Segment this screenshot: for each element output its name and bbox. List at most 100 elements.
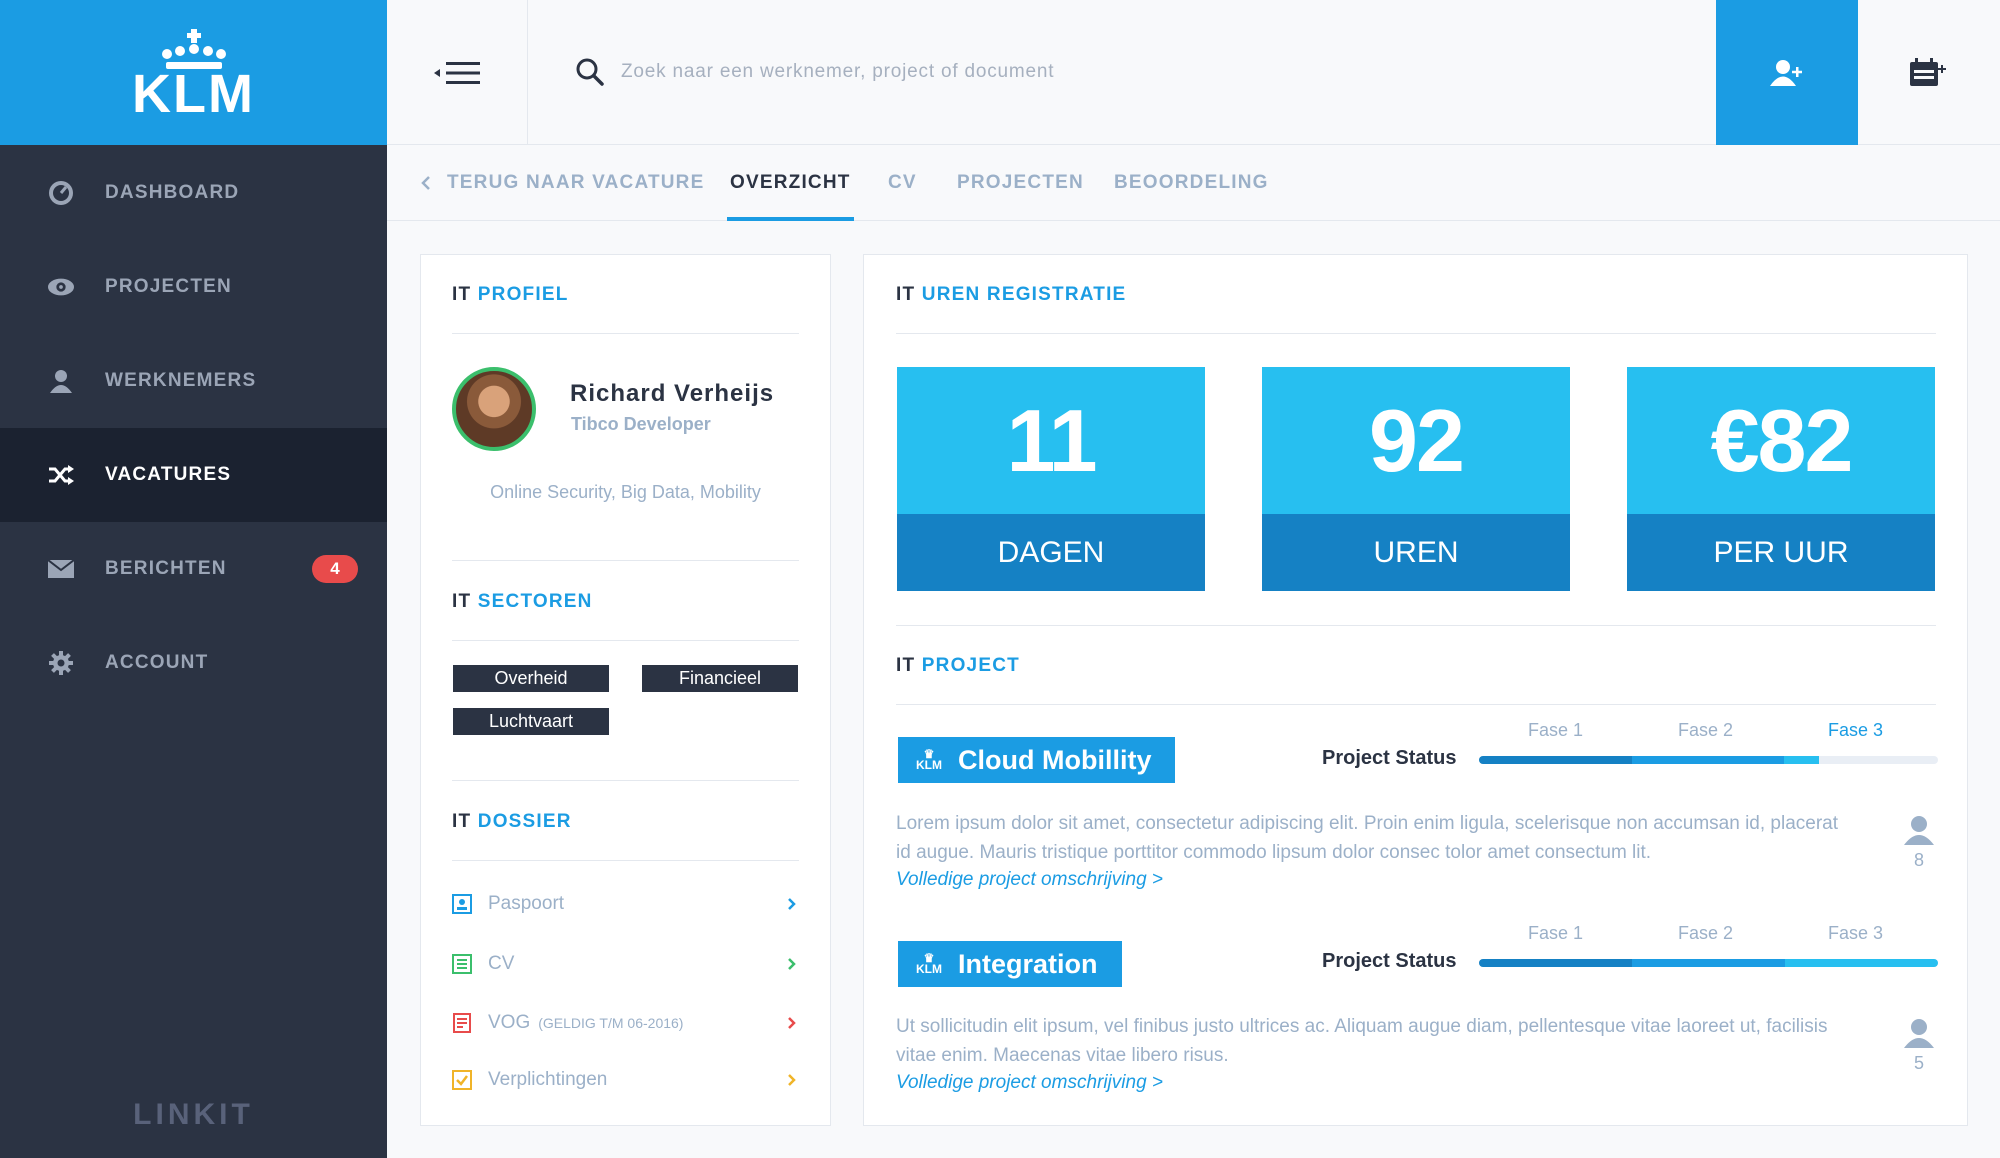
progress-seg-1 — [1479, 959, 1632, 967]
dossier-item-verplichtingen[interactable]: Verplichtingen — [452, 1065, 799, 1095]
certificate-icon — [453, 1013, 471, 1033]
project-status-label: Project Status — [1322, 747, 1457, 769]
tab-beoordeling[interactable]: BEOORDELING — [1114, 145, 1269, 221]
member-count: 5 — [1913, 1053, 1924, 1073]
passport-icon — [452, 894, 472, 914]
tab-label: PROJECTEN — [957, 172, 1084, 193]
sidebar-item-projecten[interactable]: PROJECTEN — [0, 240, 387, 334]
profile-section-title: IT PROFIEL — [452, 284, 569, 306]
phase-label: Fase 1 — [1528, 720, 1584, 740]
person-skills: Online Security, Big Data, Mobility — [490, 482, 761, 502]
linkit-logo: LINKIT — [133, 1098, 254, 1131]
eye-icon — [48, 274, 74, 300]
project-progress-bar — [1479, 756, 1938, 764]
team-members[interactable]: 8 — [1899, 815, 1939, 871]
title-prefix: IT — [896, 284, 916, 305]
title-prefix: IT — [452, 591, 472, 612]
tab-label: TERUG NAAR VACATURE — [447, 172, 705, 193]
stat-rate: €82 PER UUR — [1627, 367, 1935, 591]
hours-section-title: IT UREN REGISTRATIE — [896, 284, 1126, 306]
dossier-label: VOG — [488, 1012, 531, 1033]
phase-label: Fase 3 — [1828, 923, 1884, 943]
chevron-right-icon — [788, 1017, 796, 1029]
user-icon — [1904, 816, 1934, 845]
add-user-button[interactable] — [1716, 0, 1858, 145]
title-highlight: PROFIEL — [477, 284, 569, 305]
add-user-icon — [1770, 59, 1802, 86]
member-count: 8 — [1913, 850, 1924, 870]
sectors-section-title: IT SECTOREN — [452, 591, 593, 613]
dossier-label: CV — [488, 953, 515, 974]
title-highlight: UREN REGISTRATIE — [921, 284, 1127, 305]
sidebar-item-label: WERKNEMERS — [105, 370, 257, 391]
sidebar-item-label: ACCOUNT — [105, 652, 209, 673]
phase-label: Fase 1 — [1528, 923, 1584, 943]
tab-cv[interactable]: CV — [888, 145, 917, 221]
phase-label: Fase 2 — [1678, 720, 1734, 740]
klm-logo[interactable]: KLM — [0, 0, 387, 145]
project-progress-bar — [1479, 959, 1938, 967]
sidebar-item-label: PROJECTEN — [105, 276, 232, 297]
chevron-right-icon — [788, 958, 796, 970]
tab-projecten[interactable]: PROJECTEN — [957, 145, 1084, 221]
tab-label: BEOORDELING — [1114, 172, 1269, 193]
sidebar-item-label: BERICHTEN — [105, 558, 227, 579]
project-details-link[interactable]: Volledige project omschrijving > — [896, 1072, 1163, 1094]
klm-mini-logo: ♛ KLM — [916, 952, 942, 976]
logo-text: KLM — [132, 63, 255, 124]
sidebar-item-account[interactable]: ACCOUNT — [0, 616, 387, 710]
document-icon — [452, 954, 472, 974]
phase-label-active: Fase 3 — [1828, 720, 1884, 740]
mini-logo-text: KLM — [916, 758, 942, 772]
sidebar-item-berichten[interactable]: BERICHTEN 4 — [0, 522, 387, 616]
topbar — [387, 0, 2000, 145]
title-prefix: IT — [452, 284, 472, 305]
title-prefix: IT — [896, 655, 916, 676]
chevron-right-icon — [788, 898, 796, 910]
avatar — [452, 367, 536, 451]
dossier-section-title: IT DOSSIER — [452, 811, 572, 833]
dossier-item-paspoort[interactable]: Paspoort — [452, 889, 799, 919]
search-input[interactable] — [621, 52, 1521, 92]
stat-days: 11 DAGEN — [897, 367, 1205, 591]
tab-bar: TERUG NAAR VACATURE OVERZICHT CV PROJECT… — [387, 145, 2000, 221]
stat-label: DAGEN — [897, 514, 1205, 591]
menu-toggle-button[interactable] — [387, 0, 528, 145]
dossier-item-vog[interactable]: VOG (GELDIG T/M 06-2016) — [452, 1008, 799, 1038]
user-icon — [48, 368, 74, 394]
divider — [452, 560, 799, 561]
chevron-right-icon — [788, 1074, 796, 1086]
stat-value: 11 — [897, 367, 1205, 514]
sidebar-item-werknemers[interactable]: WERKNEMERS — [0, 334, 387, 428]
project-badge[interactable]: ♛ KLM Integration — [898, 941, 1122, 987]
stat-hours: 92 UREN — [1262, 367, 1570, 591]
project-badge[interactable]: ♛ KLM Cloud Mobillity — [898, 737, 1176, 783]
sidebar-item-vacatures[interactable]: VACATURES — [0, 428, 387, 522]
menu-icon — [434, 61, 480, 84]
stat-label: PER UUR — [1627, 514, 1935, 591]
person-name: Richard Verheijs — [570, 380, 775, 407]
dossier-item-cv[interactable]: CV — [452, 949, 799, 979]
gear-icon — [48, 650, 74, 676]
divider — [896, 333, 1936, 334]
stat-label: UREN — [1262, 514, 1570, 591]
tab-label: OVERZICHT — [730, 172, 851, 193]
envelope-icon — [48, 556, 74, 582]
person-role: Tibco Developer — [571, 414, 711, 434]
checkbox-icon — [452, 1070, 472, 1090]
search-icon — [576, 58, 604, 86]
mini-logo-text: KLM — [916, 962, 942, 976]
phase-label: Fase 2 — [1678, 923, 1734, 943]
tab-overzicht[interactable]: OVERZICHT — [727, 145, 854, 221]
tab-back-to-vacancy[interactable]: TERUG NAAR VACATURE — [421, 145, 704, 221]
sector-tag: Financieel — [642, 665, 798, 692]
sidebar-item-dashboard[interactable]: DASHBOARD — [0, 146, 387, 240]
team-members[interactable]: 5 — [1899, 1018, 1939, 1074]
chevron-left-icon — [421, 176, 430, 190]
project-details-link[interactable]: Volledige project omschrijving > — [896, 869, 1163, 891]
progress-seg-3 — [1785, 959, 1938, 967]
add-calendar-button[interactable] — [1858, 0, 2000, 145]
shuffle-icon — [48, 462, 74, 488]
progress-seg-1 — [1479, 756, 1632, 764]
sidebar-item-label: VACATURES — [105, 464, 232, 485]
